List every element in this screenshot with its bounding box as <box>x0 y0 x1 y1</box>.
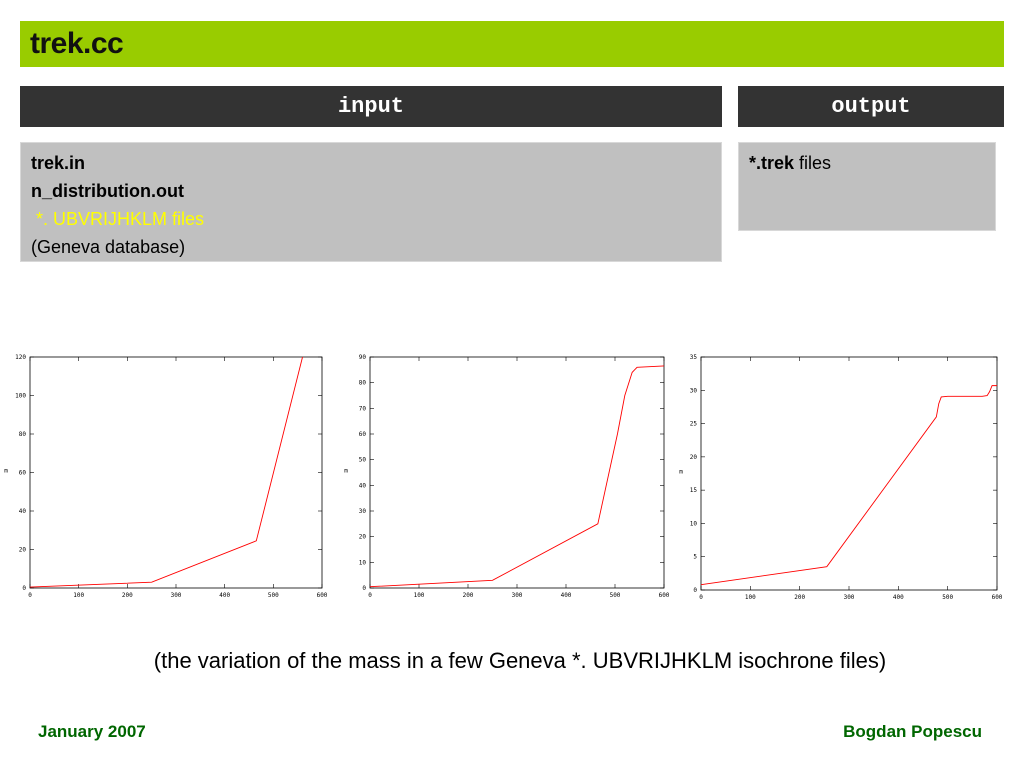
y-axis-label: m <box>344 468 348 475</box>
y-tick-label: 15 <box>690 487 698 494</box>
input-file-trek-in: trek.in <box>31 153 86 173</box>
x-tick-label: 200 <box>794 594 805 601</box>
y-tick-label: 30 <box>690 387 698 394</box>
x-tick-label: 400 <box>561 592 572 599</box>
output-box: *.trek files <box>738 142 996 231</box>
plot-frame <box>369 356 665 589</box>
x-tick-label: 500 <box>268 592 279 599</box>
mass-series-line <box>369 365 665 588</box>
input-file-ubvrijhklm: *. UBVRIJHKLM files <box>31 209 205 229</box>
y-tick-label: 0 <box>362 585 366 592</box>
x-tick-label: 0 <box>368 592 372 599</box>
y-tick-label: 0 <box>22 585 26 592</box>
y-tick-label: 0 <box>693 587 697 594</box>
input-database-note: (Geneva database) <box>31 237 186 257</box>
y-tick-label: 60 <box>19 470 27 477</box>
y-tick-label: 35 <box>690 354 698 361</box>
y-tick-label: 25 <box>690 421 698 428</box>
x-tick-label: 100 <box>414 592 425 599</box>
y-tick-label: 5 <box>693 554 697 561</box>
title-bar: trek.cc <box>20 21 1004 67</box>
y-tick-label: 50 <box>359 457 367 464</box>
y-tick-label: 40 <box>19 508 27 515</box>
output-header: output <box>738 86 1004 127</box>
output-file-ext: *.trek <box>749 153 795 173</box>
x-tick-label: 300 <box>844 594 855 601</box>
y-tick-label: 70 <box>359 405 367 412</box>
footer-author: Bogdan Popescu <box>843 722 982 741</box>
x-tick-label: 500 <box>610 592 621 599</box>
footer-date: January 2007 <box>38 722 146 741</box>
x-tick-label: 600 <box>659 592 670 599</box>
y-tick-label: 40 <box>359 482 367 489</box>
y-tick-label: 20 <box>19 547 27 554</box>
y-axis-label: m <box>4 468 8 475</box>
input-header: input <box>20 86 722 127</box>
y-tick-label: 60 <box>359 431 367 438</box>
y-tick-label: 10 <box>359 559 367 566</box>
figure-caption: (the variation of the mass in a few Gene… <box>153 648 887 673</box>
mass-chart-3: 0 100 200 300 400 500 600 0 5 10 15 20 25 30 35 m <box>679 354 1003 601</box>
x-tick-label: 0 <box>699 594 703 601</box>
slide-title: trek.cc <box>30 27 124 60</box>
y-tick-label: 120 <box>15 354 26 361</box>
x-tick-label: 100 <box>745 594 756 601</box>
x-tick-label: 600 <box>317 592 328 599</box>
y-axis-label: m <box>679 469 683 476</box>
y-tick-label: 20 <box>690 454 698 461</box>
x-tick-label: 400 <box>219 592 230 599</box>
x-tick-label: 400 <box>893 594 904 601</box>
input-file-n-distribution: n_distribution.out <box>31 181 184 201</box>
x-tick-label: 600 <box>992 594 1003 601</box>
y-tick-label: 30 <box>359 508 367 515</box>
x-tick-label: 300 <box>171 592 182 599</box>
x-tick-label: 200 <box>122 592 133 599</box>
mass-chart-2: 0 100 200 300 400 500 600 0 10 20 30 40 50 60 70 80 90 m <box>344 354 670 599</box>
plot-frame <box>29 356 323 589</box>
y-tick-label: 90 <box>359 354 367 361</box>
mass-series-line <box>700 385 997 586</box>
plot-frame <box>700 356 998 591</box>
y-tick-label: 100 <box>15 393 26 400</box>
x-tick-label: 100 <box>73 592 84 599</box>
output-file-label: files <box>794 153 832 173</box>
x-tick-label: 300 <box>512 592 523 599</box>
y-tick-label: 80 <box>359 380 367 387</box>
x-tick-label: 500 <box>942 594 953 601</box>
x-tick-label: 0 <box>28 592 32 599</box>
mass-chart-1: 0 100 200 300 400 500 600 0 20 40 60 80 100 120 m <box>4 354 328 599</box>
x-tick-label: 200 <box>463 592 474 599</box>
y-tick-label: 20 <box>359 534 367 541</box>
y-tick-label: 10 <box>690 520 698 527</box>
mass-series-line <box>29 356 303 588</box>
input-box: trek.in n_distribution.out *. UBVRIJHKLM… <box>20 142 722 262</box>
y-tick-label: 80 <box>19 431 27 438</box>
